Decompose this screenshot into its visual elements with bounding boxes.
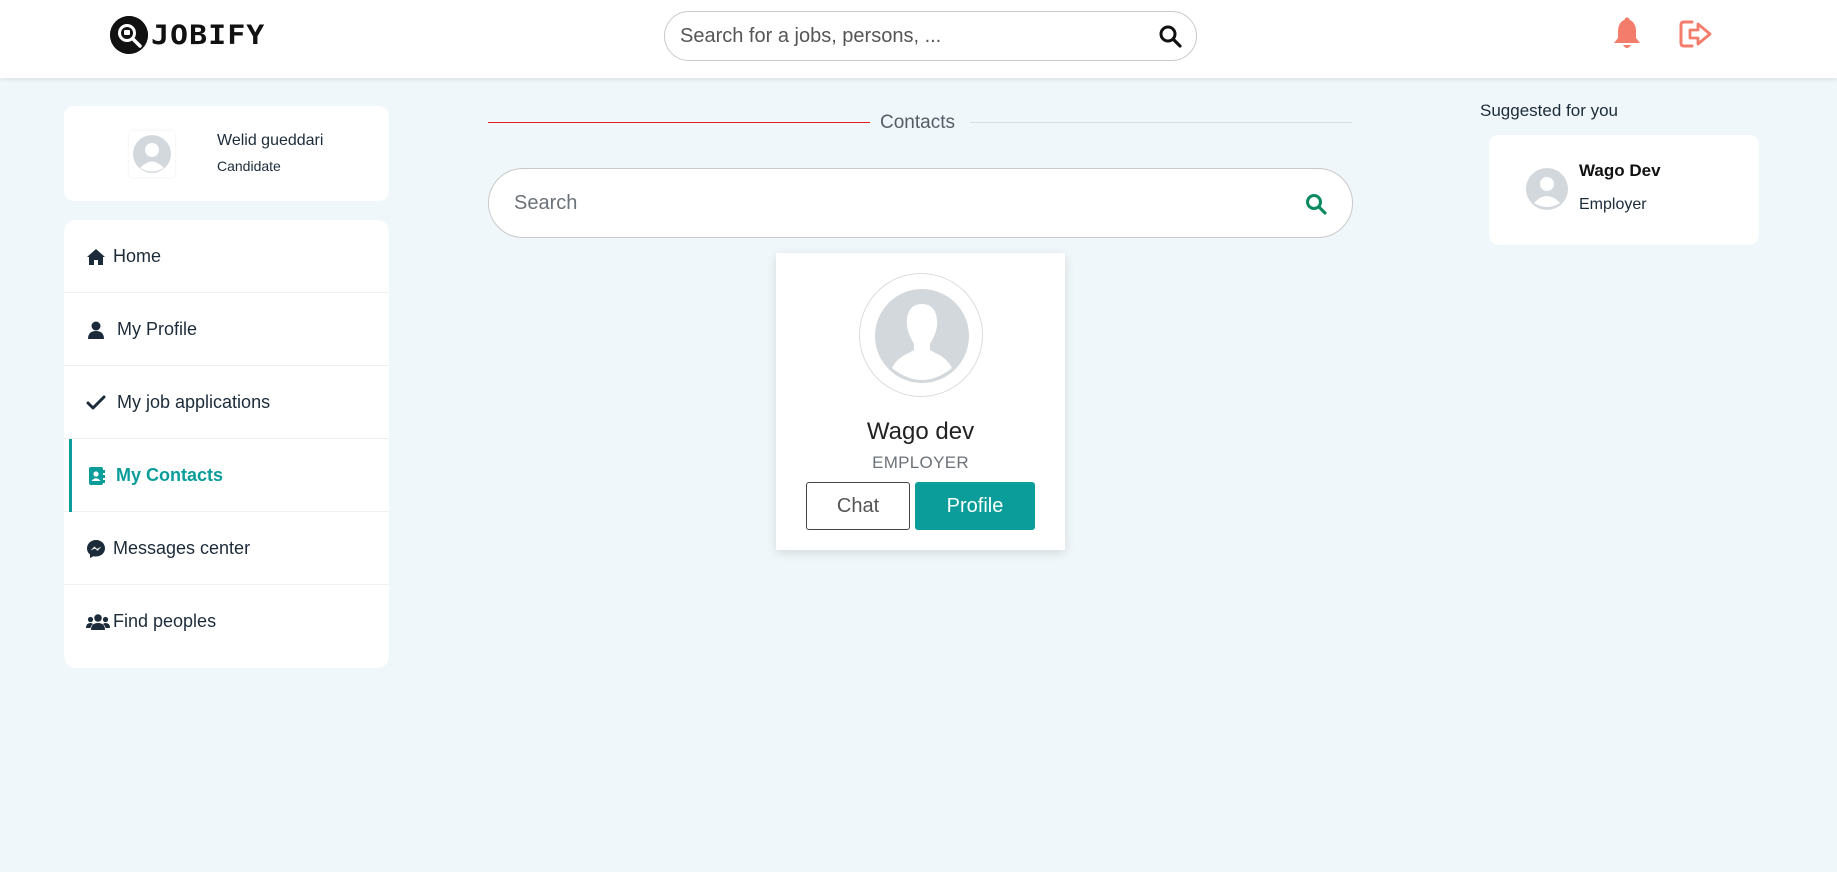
user-icon bbox=[88, 321, 104, 339]
suggestions-title: Suggested for you bbox=[1480, 101, 1618, 120]
suggestion-name[interactable]: Wago Dev bbox=[1579, 161, 1661, 181]
sidebar-item-label: Find peoples bbox=[113, 611, 217, 631]
messenger-icon bbox=[87, 540, 105, 558]
global-search-bar bbox=[664, 11, 1197, 61]
default-person-avatar-icon bbox=[875, 289, 969, 383]
logout-icon[interactable] bbox=[1679, 19, 1713, 49]
current-user-card: Welid gueddari Candidate bbox=[64, 106, 389, 201]
sidebar-item-job-applications[interactable]: My job applications bbox=[64, 366, 389, 439]
chat-button[interactable]: Chat bbox=[806, 482, 910, 530]
users-icon bbox=[86, 614, 110, 630]
top-navbar: JOBIFY bbox=[0, 0, 1837, 78]
sidebar-item-label: My job applications bbox=[117, 391, 271, 412]
sidebar-menu: Home My Profile My job applications My C… bbox=[64, 220, 389, 668]
notification-bell-icon[interactable] bbox=[1612, 17, 1642, 51]
check-icon bbox=[86, 395, 106, 410]
section-divider-left bbox=[488, 122, 870, 123]
sidebar-item-label: My Profile bbox=[117, 318, 198, 339]
contact-card: Wago dev EMPLOYER Chat Profile bbox=[776, 253, 1065, 550]
section-title: Contacts bbox=[880, 112, 955, 133]
home-icon bbox=[87, 249, 105, 265]
sidebar-item-my-profile[interactable]: My Profile bbox=[64, 293, 389, 366]
jobify-logo[interactable]: JOBIFY bbox=[110, 16, 265, 54]
contacts-search-input[interactable] bbox=[514, 169, 1274, 237]
sidebar-item-label: Messages center bbox=[113, 537, 251, 558]
view-profile-button[interactable]: Profile bbox=[915, 482, 1035, 530]
suggestion-role: Employer bbox=[1579, 196, 1647, 213]
logo-text: JOBIFY bbox=[151, 19, 266, 51]
address-book-icon bbox=[89, 467, 105, 485]
contact-name: Wago dev bbox=[866, 418, 975, 445]
global-search-input[interactable] bbox=[680, 12, 1130, 60]
suggestion-avatar bbox=[1526, 168, 1568, 210]
user-role: Candidate bbox=[217, 158, 281, 174]
sidebar-item-label: Home bbox=[113, 245, 162, 266]
user-name: Welid gueddari bbox=[217, 132, 324, 149]
sidebar-item-label: My Contacts bbox=[116, 464, 224, 485]
search-icon[interactable] bbox=[1158, 24, 1182, 48]
sidebar-item-find-peoples[interactable]: Find peoples bbox=[64, 585, 389, 658]
sidebar-item-home[interactable]: Home bbox=[64, 220, 389, 293]
sidebar-item-my-contacts[interactable]: My Contacts bbox=[64, 439, 389, 512]
sidebar-item-messages-center[interactable]: Messages center bbox=[64, 512, 389, 585]
search-icon[interactable] bbox=[1305, 193, 1327, 215]
contact-avatar bbox=[859, 273, 983, 397]
contact-role: EMPLOYER bbox=[872, 453, 969, 472]
suggestion-card[interactable]: Wago Dev Employer bbox=[1489, 135, 1759, 245]
contacts-search-bar bbox=[488, 168, 1353, 238]
section-divider-right bbox=[970, 122, 1352, 123]
user-avatar[interactable] bbox=[129, 131, 175, 177]
logo-search-icon bbox=[110, 16, 148, 54]
